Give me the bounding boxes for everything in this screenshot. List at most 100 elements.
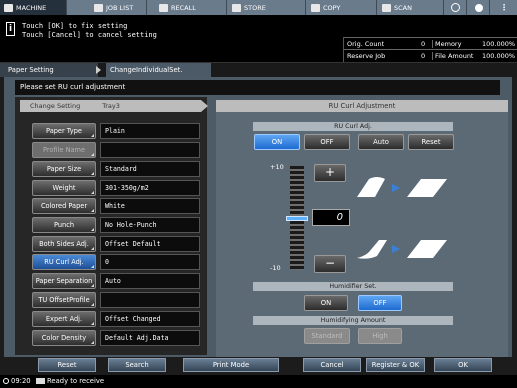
curl-scale-indicator[interactable]	[286, 216, 308, 221]
weight-button[interactable]: Weight	[32, 180, 96, 196]
curled-paper-down-shape	[357, 240, 387, 259]
help-button[interactable]	[468, 0, 490, 15]
row-colored-paper: Colored Paper White	[28, 198, 202, 215]
curl-auto-button[interactable]: Auto	[358, 134, 404, 150]
message-line-1: Touch [OK] to fix setting	[22, 22, 128, 30]
row-tu-offset-profile: TU OffsetProfile	[28, 292, 202, 309]
store-icon	[232, 3, 241, 12]
info-icon: i	[6, 22, 15, 36]
humidifying-amount-subheader: Humidifying Amount	[253, 316, 453, 325]
reserve-job-value: 0	[421, 52, 426, 60]
print-mode-button[interactable]: Print Mode	[183, 358, 279, 372]
breadcrumb-paper-setting[interactable]: Paper Setting	[0, 63, 98, 77]
row-weight: Weight 301-350g/m2	[28, 180, 202, 197]
register-ok-button[interactable]: Register & OK	[366, 358, 425, 372]
search-button[interactable]: Search	[108, 358, 166, 372]
globe-button[interactable]	[445, 0, 467, 15]
curled-paper-up-shape	[357, 177, 385, 197]
status-box: Orig. Count 0 Memory 100.000% Reserve Jo…	[343, 37, 517, 62]
instruction-text: Please set RU curl adjustment	[20, 83, 126, 91]
ok-button[interactable]: OK	[434, 358, 492, 372]
orig-count-label: Orig. Count	[347, 40, 385, 48]
upward-curl-illustration	[357, 177, 447, 197]
change-setting-header: Change Setting Tray3	[20, 100, 201, 112]
ru-curl-adj-button[interactable]: RU Curl Adj.	[32, 254, 96, 270]
expert-adj-button[interactable]: Expert Adj.	[32, 311, 96, 327]
reset-button[interactable]: Reset	[38, 358, 96, 372]
globe-icon	[451, 3, 460, 12]
humidifier-on-button[interactable]: ON	[304, 295, 348, 311]
row-punch: Punch No Hole-Punch	[28, 217, 202, 234]
paper-type-value: Plain	[100, 123, 200, 139]
row-color-density: Color Density Default Adj.Data	[28, 330, 202, 347]
paper-separation-value: Auto	[100, 273, 200, 289]
color-density-value: Default Adj.Data	[100, 330, 200, 346]
paper-size-value: Standard	[100, 161, 200, 177]
ru-curl-header: RU Curl Adjustment	[216, 100, 508, 112]
profile-name-button[interactable]: Profile Name	[32, 142, 96, 158]
clock-icon	[3, 378, 9, 384]
flat-paper-shape	[407, 179, 447, 197]
minus-button[interactable]: −	[314, 255, 346, 273]
cancel-button[interactable]: Cancel	[303, 358, 361, 372]
file-amount-value: 100.000%	[482, 52, 516, 60]
tab-scan[interactable]: SCAN	[378, 0, 444, 15]
downward-curl-illustration	[357, 240, 447, 259]
message-line-2: Touch [Cancel] to cancel setting	[22, 31, 157, 39]
reserve-job-label: Reserve Job	[347, 52, 386, 60]
status-bar: 09:20 Ready to receive	[0, 375, 517, 388]
tu-offset-profile-button[interactable]: TU OffsetProfile	[32, 292, 96, 308]
tab-machine[interactable]: MACHINE	[0, 0, 67, 15]
profile-name-value	[100, 142, 200, 158]
more-button[interactable]: ⋮	[491, 0, 517, 15]
humidifier-off-button[interactable]: OFF	[358, 295, 402, 311]
machine-icon	[4, 3, 13, 12]
scan-icon	[382, 3, 391, 12]
file-amount-label: File Amount	[432, 52, 474, 60]
right-arrow-icon	[392, 245, 400, 253]
curl-reset-button[interactable]: Reset	[408, 134, 454, 150]
plus-button[interactable]: +	[314, 164, 346, 182]
row-paper-type: Paper Type Plain	[28, 123, 202, 140]
amount-standard-button[interactable]: Standard	[304, 328, 350, 344]
curl-value-display: 0	[312, 209, 350, 226]
both-sides-adj-button[interactable]: Both Sides Adj.	[32, 236, 96, 252]
amount-high-button[interactable]: High	[358, 328, 402, 344]
color-density-button[interactable]: Color Density	[32, 330, 96, 346]
both-sides-adj-value: Offset Default	[100, 236, 200, 252]
row-paper-size: Paper Size Standard	[28, 161, 202, 178]
job-list-icon	[94, 3, 103, 12]
paper-type-button[interactable]: Paper Type	[32, 123, 96, 139]
row-profile-name: Profile Name	[28, 142, 202, 159]
breadcrumb-arrow-icon	[96, 66, 101, 74]
punch-button[interactable]: Punch	[32, 217, 96, 233]
breadcrumb-change-individual: ChangeIndividualSet.	[106, 63, 211, 77]
orig-count-value: 0	[421, 40, 426, 48]
tab-recall[interactable]: RECALL	[155, 0, 227, 15]
colored-paper-value: White	[100, 198, 200, 214]
header-pointer-icon	[201, 100, 208, 112]
paper-separation-button[interactable]: Paper Separation	[32, 273, 96, 289]
curl-on-button[interactable]: ON	[254, 134, 300, 150]
colored-paper-button[interactable]: Colored Paper	[32, 198, 96, 214]
humidifier-subheader: Humidifier Set.	[253, 282, 453, 291]
tab-job-list[interactable]: JOB LIST	[90, 0, 147, 15]
expert-adj-value: Offset Changed	[100, 311, 200, 327]
row-ru-curl-adj: RU Curl Adj. 0	[28, 254, 202, 271]
tab-store[interactable]: STORE	[228, 0, 306, 15]
paper-size-button[interactable]: Paper Size	[32, 161, 96, 177]
status-text: Ready to receive	[47, 377, 105, 385]
top-tab-bar: MACHINE JOB LIST RECALL STORE COPY SCAN …	[0, 0, 517, 15]
tab-copy[interactable]: COPY	[307, 0, 377, 15]
ru-curl-subheader: RU Curl Adj.	[253, 122, 453, 131]
flat-paper-shape	[407, 240, 447, 258]
printer-status-icon	[36, 378, 45, 384]
recall-icon	[159, 3, 168, 12]
status-time: 09:20	[11, 377, 31, 385]
curl-off-button[interactable]: OFF	[304, 134, 350, 150]
help-icon	[475, 3, 483, 12]
more-icon: ⋮	[500, 3, 508, 12]
punch-value: No Hole-Punch	[100, 217, 200, 233]
scale-max-label: +10	[270, 163, 284, 171]
ru-curl-adj-value: 0	[100, 254, 200, 270]
